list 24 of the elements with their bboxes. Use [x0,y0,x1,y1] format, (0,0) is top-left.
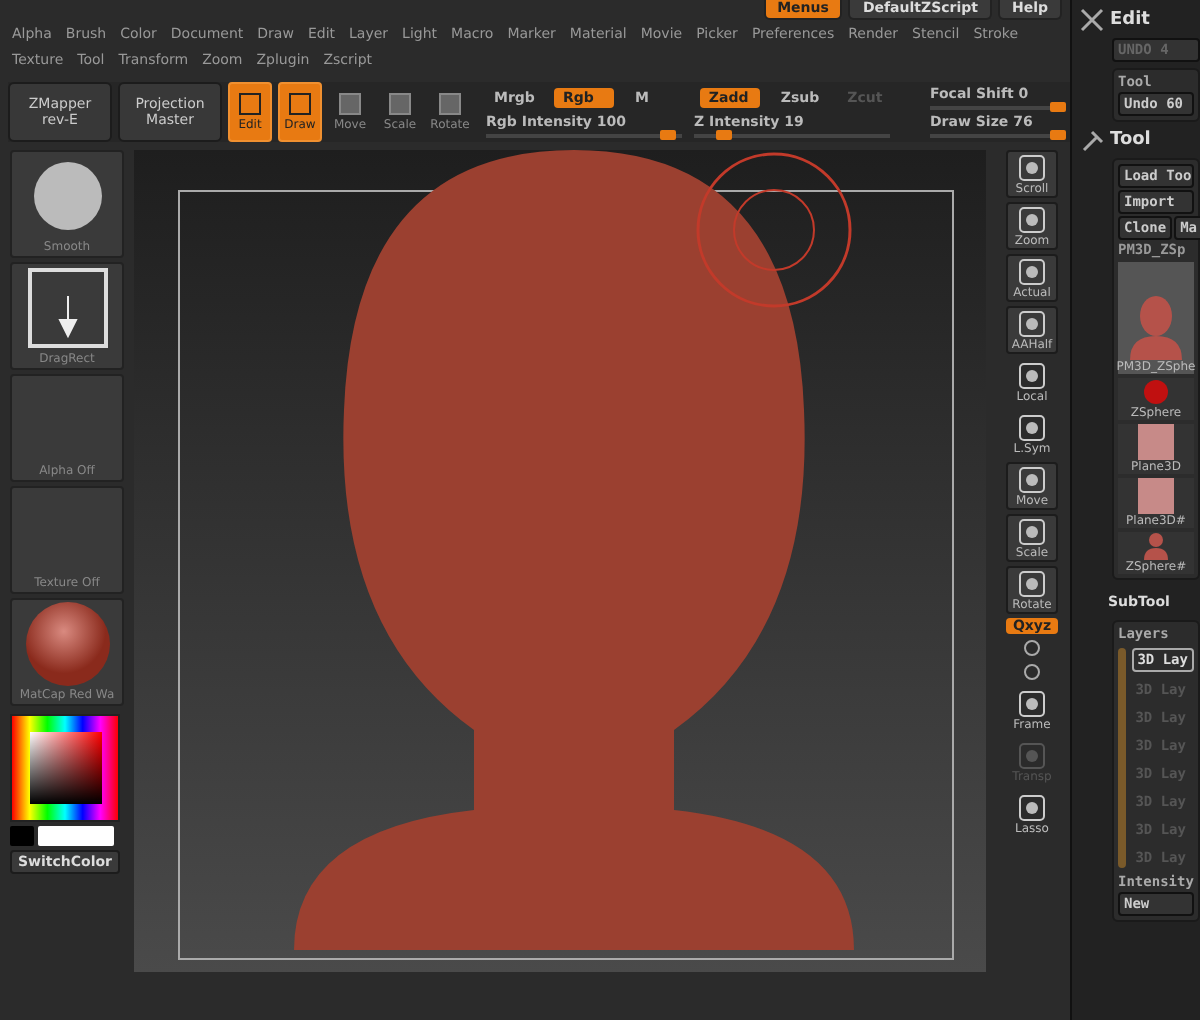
sphere-icon [1142,378,1170,406]
canvas-viewport[interactable] [134,150,986,972]
plane-icon [1138,424,1174,460]
panel-title: Tool [1110,130,1151,150]
bust-icon [1126,292,1186,360]
rotate-axis-icon[interactable] [1022,662,1042,682]
drag-rect-icon [27,268,107,348]
color-picker[interactable] [10,714,120,822]
tool-mode-icon [334,92,366,116]
tool-mode-icon [234,92,266,116]
material-sphere-icon [23,600,111,688]
close-icon [1080,8,1104,32]
brush-cursor-icon [694,150,854,310]
tool-mode-icon [434,92,466,116]
bust-icon [1144,532,1168,560]
tool-mode-icon [384,92,416,116]
rotate-axis-icon[interactable] [1022,638,1042,658]
layer-scrollbar[interactable] [1118,648,1126,868]
color-swatch[interactable] [10,826,34,846]
color-swatch[interactable] [38,826,114,846]
panel-title: Edit [1110,10,1150,30]
plane-icon [1138,478,1174,514]
hammer-icon [1080,128,1104,152]
tool-mode-icon [284,92,316,116]
